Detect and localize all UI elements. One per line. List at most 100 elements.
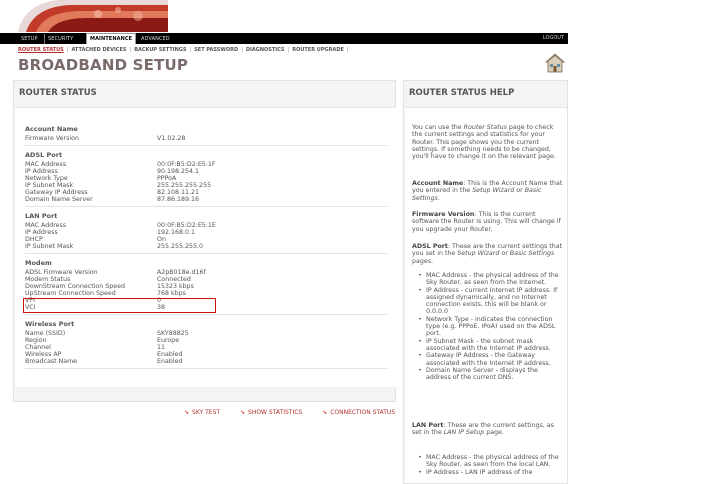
- subnav: ROUTER STATUS | ATTACHED DEVICES | BACKUP SE…: [18, 47, 352, 55]
- list-item: Gateway IP Address - the Gateway associa…: [418, 352, 564, 367]
- status-row: IP Address 90.198.254.1: [25, 168, 385, 175]
- status-row: MAC Address 00:0F:B5:D2:E5:1F: [25, 161, 385, 168]
- show-statistics-label: SHOW STATISTICS: [248, 409, 303, 416]
- arrow-icon: ➘: [239, 409, 246, 416]
- speed-highlight-box: [23, 298, 216, 313]
- row-value: Europe: [157, 337, 180, 344]
- divider: [25, 145, 387, 146]
- help-link[interactable]: Setup Wizard: [457, 250, 499, 257]
- row-label: IP Subnet Mask: [25, 243, 74, 250]
- subnav-attached-devices[interactable]: ATTACHED DEVICES: [71, 47, 126, 53]
- help-firmware: Firmware Version: This is the current so…: [412, 211, 564, 233]
- status-actions: ➘ SKY TEST ➘ SHOW STATISTICS ➘ CONNECTION S…: [184, 409, 413, 416]
- row-value: 90.198.254.1: [157, 168, 200, 175]
- tab-setup[interactable]: SETUP: [18, 34, 41, 44]
- show-statistics-link[interactable]: ➘ SHOW STATISTICS: [240, 409, 311, 416]
- subnav-diagnostics[interactable]: DIAGNOSTICS: [246, 47, 285, 53]
- subnav-divider: |: [66, 47, 69, 53]
- help-title: ROUTER STATUS HELP: [404, 81, 567, 105]
- row-label: Broadcast Name: [25, 358, 78, 365]
- router-status-panel: ROUTER STATUS Account Name Firmware Vers…: [13, 80, 396, 416]
- row-value: 82.108.11.21: [157, 189, 200, 196]
- list-item: Domain Name Server - displays the addres…: [418, 367, 564, 382]
- status-row: Region Europe: [25, 337, 385, 344]
- tab-maintenance[interactable]: MAINTENANCE: [86, 33, 137, 44]
- help-bold: Account Name: [412, 180, 464, 187]
- help-lan: LAN Port: These are the current settings…: [412, 422, 564, 437]
- row-value: Enabled: [157, 358, 183, 365]
- status-row: Gateway IP Address 82.108.11.21: [25, 189, 385, 196]
- subnav-divider: |: [346, 47, 349, 53]
- subnav-router-status[interactable]: ROUTER STATUS: [18, 47, 64, 53]
- adsl-heading: ADSL Port: [25, 151, 63, 159]
- status-row: IP Address 192.168.0.1: [25, 229, 385, 236]
- sky-test-label: SKY TEST: [192, 409, 221, 416]
- modem-heading: Modem: [25, 259, 52, 267]
- row-label: DHCP: [25, 236, 43, 243]
- row-label: Firmware Version: [25, 135, 80, 142]
- status-row: DHCP On: [25, 236, 385, 243]
- help-intro: You can use the Router Status page to ch…: [412, 124, 564, 160]
- subnav-divider: |: [129, 47, 132, 53]
- help-bold: ADSL Port: [412, 243, 448, 250]
- status-row: Firmware Version V1.02.28: [25, 135, 385, 142]
- home-icon[interactable]: [544, 52, 566, 74]
- subnav-divider: |: [189, 47, 192, 53]
- status-row: UpStream Connection Speed 768 kbps: [25, 290, 385, 297]
- connection-status-label: CONNECTION STATUS: [330, 409, 396, 416]
- help-link[interactable]: Setup Wizard: [472, 187, 514, 194]
- status-row: IP Subnet Mask 255.255.255.0: [25, 243, 385, 250]
- row-label: ADSL Firmware Version: [25, 269, 98, 276]
- row-value: PPPoA: [157, 175, 177, 182]
- row-label: Region: [25, 337, 47, 344]
- row-label: UpStream Connection Speed: [25, 290, 116, 297]
- row-value: 00:0F:B5:D2:E5:1E: [157, 222, 216, 229]
- tab-advanced[interactable]: ADVANCED: [138, 34, 173, 44]
- tab-security[interactable]: SECURITY: [44, 34, 76, 44]
- status-row: Channel 11: [25, 344, 385, 351]
- help-account: Account Name: This is the Account Name t…: [412, 180, 564, 202]
- brand-logo: [18, 0, 168, 32]
- row-label: Channel: [25, 344, 51, 351]
- row-value: V1.02.28: [157, 135, 186, 142]
- row-value: 87.86.189.16: [157, 196, 200, 203]
- subnav-backup-settings[interactable]: BACKUP SETTINGS: [134, 47, 186, 53]
- help-text: page.: [484, 429, 504, 437]
- row-label: Domain Name Server: [25, 196, 93, 203]
- subnav-router-upgrade[interactable]: ROUTER UPGRADE: [292, 47, 344, 53]
- subnav-divider: |: [241, 47, 243, 53]
- status-row: Broadcast Name Enabled: [25, 358, 385, 365]
- status-row: Wireless AP Enabled: [25, 351, 385, 358]
- row-value: 00:0F:B5:D2:E5:1F: [157, 161, 216, 168]
- logout-link[interactable]: LOGOUT: [543, 33, 564, 44]
- row-value: Enabled: [157, 351, 183, 358]
- row-label: IP Address: [25, 168, 58, 175]
- row-value: A2pB018e.d16f: [157, 269, 206, 276]
- list-item: MAC Address - the physical address of th…: [418, 454, 564, 469]
- row-label: Gateway IP Address: [25, 189, 88, 196]
- help-link[interactable]: LAN IP Setup: [444, 429, 485, 436]
- top-nav-bar: SETUP SECURITY MAINTENANCE ADVANCED LOGO…: [0, 33, 568, 44]
- help-bold: Firmware Version: [412, 211, 475, 218]
- help-link[interactable]: Basic Settings: [510, 250, 555, 257]
- help-link[interactable]: Router Status: [464, 124, 507, 131]
- help-adsl: ADSL Port: These are the current setting…: [412, 243, 564, 265]
- status-row: Name (SSID) SKY88825: [25, 330, 385, 337]
- subnav-divider: |: [287, 47, 290, 53]
- divider: [25, 368, 387, 369]
- row-value: 15323 kbps: [157, 283, 194, 290]
- row-label: Modem Status: [25, 276, 71, 283]
- sky-test-link[interactable]: ➘ SKY TEST: [184, 409, 229, 416]
- status-row: IP Subnet Mask 255.255.255.255: [25, 182, 385, 189]
- help-text: pages.: [412, 257, 434, 265]
- status-row: Network Type PPPoA: [25, 175, 385, 182]
- connection-status-link[interactable]: ➘ CONNECTION STATUS: [322, 409, 404, 416]
- row-value: 255.255.255.0: [157, 243, 204, 250]
- list-item: MAC Address - the physical address of th…: [418, 272, 564, 287]
- subnav-set-password[interactable]: SET PASSWORD: [194, 47, 238, 53]
- list-item: Network Type - indicates the connection …: [418, 316, 564, 338]
- help-text: .: [437, 194, 440, 202]
- row-value: SKY88825: [157, 330, 189, 337]
- row-value: 255.255.255.255: [157, 182, 212, 189]
- divider: [25, 206, 387, 207]
